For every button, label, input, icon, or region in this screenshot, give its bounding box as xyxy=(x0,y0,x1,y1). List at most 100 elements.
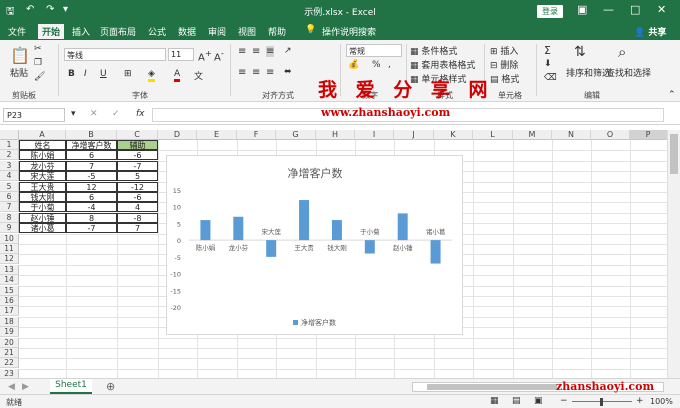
row-header-14[interactable]: 14 xyxy=(0,275,19,286)
table-cell[interactable]: 7 xyxy=(117,223,158,234)
conditional-format-button[interactable]: ▦ 条件格式 xyxy=(410,44,457,57)
zoom-out-icon[interactable]: − xyxy=(560,396,568,406)
sort-filter-icon[interactable]: ⇅ xyxy=(574,44,586,60)
currency-icon[interactable]: 💰 xyxy=(348,60,359,70)
row-header-4[interactable]: 4 xyxy=(0,171,19,182)
table-cell[interactable]: 7 xyxy=(66,160,117,171)
add-sheet-icon[interactable]: ⊕ xyxy=(106,380,115,393)
align-center-icon[interactable]: ≡ xyxy=(252,67,260,78)
row-header-16[interactable]: 16 xyxy=(0,296,19,306)
scroll-thumb[interactable] xyxy=(670,134,678,174)
bold-icon[interactable]: B xyxy=(68,69,75,79)
table-cell[interactable]: -7 xyxy=(66,223,117,234)
minimize-icon[interactable]: — xyxy=(603,3,614,16)
sort-filter-label[interactable]: 排序和筛选 xyxy=(566,66,611,79)
share-button[interactable]: 👤 共享 xyxy=(634,25,666,38)
column-header-n[interactable]: N xyxy=(552,130,591,140)
table-header-cell[interactable]: 净增客户数 xyxy=(66,140,117,150)
tab-insert[interactable]: 插入 xyxy=(72,25,90,38)
maximize-icon[interactable]: □ xyxy=(630,3,640,16)
fill-color-icon[interactable]: ◈ xyxy=(148,69,155,82)
collapse-ribbon-icon[interactable]: ⌃ xyxy=(668,90,676,100)
prev-sheet-icon[interactable]: ◀ xyxy=(8,382,15,392)
close-icon[interactable]: ✕ xyxy=(657,3,666,16)
row-header-7[interactable]: 7 xyxy=(0,202,19,213)
find-select-icon[interactable]: ⌕ xyxy=(618,43,626,61)
percent-icon[interactable]: % xyxy=(372,60,381,70)
row-header-11[interactable]: 11 xyxy=(0,244,19,254)
number-format-select[interactable]: 常规 xyxy=(346,44,402,57)
phonetic-icon[interactable]: 文 xyxy=(194,69,203,82)
table-cell[interactable]: -7 xyxy=(117,160,158,171)
column-header-k[interactable]: K xyxy=(434,130,473,140)
fill-icon[interactable]: ⬇ xyxy=(544,59,552,69)
table-cell[interactable]: 宋大莲 xyxy=(19,171,66,182)
column-header-f[interactable]: F xyxy=(237,130,276,140)
grow-font-icon[interactable]: A+ xyxy=(198,48,212,63)
table-cell[interactable]: 12 xyxy=(66,181,117,192)
tab-view[interactable]: 视图 xyxy=(238,25,256,38)
row-header-10[interactable]: 10 xyxy=(0,233,19,244)
table-cell[interactable]: 于小菊 xyxy=(19,202,66,213)
table-cell[interactable]: 陈小娟 xyxy=(19,150,66,161)
border-icon[interactable]: ⊞ xyxy=(124,69,132,79)
clear-icon[interactable]: ⌫ xyxy=(544,73,557,83)
column-header-d[interactable]: D xyxy=(158,130,197,140)
row-header-9[interactable]: 9 xyxy=(0,223,19,234)
column-header-p[interactable]: P xyxy=(630,130,667,140)
align-bottom-icon[interactable]: ≡ xyxy=(266,46,275,57)
page-break-view-icon[interactable]: ▣ xyxy=(534,396,543,406)
row-header-19[interactable]: 19 xyxy=(0,327,19,338)
tab-review[interactable]: 审阅 xyxy=(208,25,226,38)
column-header-c[interactable]: C xyxy=(117,130,158,140)
shrink-font-icon[interactable]: A- xyxy=(214,48,224,63)
font-size-select[interactable]: 11 xyxy=(168,48,194,61)
column-header-h[interactable]: H xyxy=(316,130,355,140)
align-top-icon[interactable]: ≡ xyxy=(238,46,246,57)
table-cell[interactable]: -6 xyxy=(117,150,158,161)
select-all-corner[interactable] xyxy=(0,130,19,140)
table-cell[interactable]: -6 xyxy=(117,192,158,202)
table-cell[interactable]: 王大贵 xyxy=(19,181,66,192)
sheet-tab-sheet1[interactable]: Sheet1 xyxy=(50,379,92,394)
zoom-in-icon[interactable]: + xyxy=(636,396,644,406)
row-header-22[interactable]: 22 xyxy=(0,358,19,369)
table-cell[interactable]: -5 xyxy=(66,171,117,182)
row-header-5[interactable]: 5 xyxy=(0,181,19,192)
column-header-e[interactable]: E xyxy=(197,130,237,140)
column-header-m[interactable]: M xyxy=(513,130,552,140)
align-right-icon[interactable]: ≡ xyxy=(266,67,274,78)
row-header-8[interactable]: 8 xyxy=(0,212,19,223)
row-header-6[interactable]: 6 xyxy=(0,192,19,202)
ribbon-display-icon[interactable]: ▣ xyxy=(577,3,587,16)
row-header-18[interactable]: 18 xyxy=(0,316,19,327)
table-cell[interactable]: 6 xyxy=(66,150,117,161)
row-header-1[interactable]: 1 xyxy=(0,140,19,150)
table-cell[interactable]: 8 xyxy=(66,212,117,223)
autosum-icon[interactable]: Σ xyxy=(544,44,551,57)
tab-help[interactable]: 帮助 xyxy=(268,25,286,38)
table-cell[interactable]: 钱大刚 xyxy=(19,192,66,202)
tab-data[interactable]: 数据 xyxy=(178,25,196,38)
italic-icon[interactable]: I xyxy=(84,69,87,79)
row-header-17[interactable]: 17 xyxy=(0,306,19,317)
insert-function-icon[interactable]: fx xyxy=(136,109,145,119)
format-painter-icon[interactable]: 🖌 xyxy=(34,72,45,82)
h-scroll-thumb[interactable] xyxy=(427,384,557,390)
copy-icon[interactable]: ❐ xyxy=(34,58,42,68)
orientation-icon[interactable]: ↗ xyxy=(284,46,292,56)
column-header-g[interactable]: G xyxy=(276,130,316,140)
insert-cells-button[interactable]: ⊞ 插入 xyxy=(490,44,518,57)
tab-formulas[interactable]: 公式 xyxy=(148,25,166,38)
column-header-j[interactable]: J xyxy=(394,130,434,140)
zoom-slider-handle[interactable] xyxy=(600,398,603,406)
table-cell[interactable]: 5 xyxy=(117,171,158,182)
column-header-a[interactable]: A xyxy=(19,130,66,140)
table-cell[interactable]: 6 xyxy=(66,192,117,202)
namebox-dropdown-icon[interactable]: ▾ xyxy=(71,109,76,119)
table-cell[interactable]: 4 xyxy=(117,202,158,213)
row-header-21[interactable]: 21 xyxy=(0,348,19,358)
align-middle-icon[interactable]: ≡ xyxy=(252,46,260,57)
font-color-icon[interactable]: A xyxy=(174,69,181,82)
name-box[interactable]: P23 xyxy=(3,108,65,122)
